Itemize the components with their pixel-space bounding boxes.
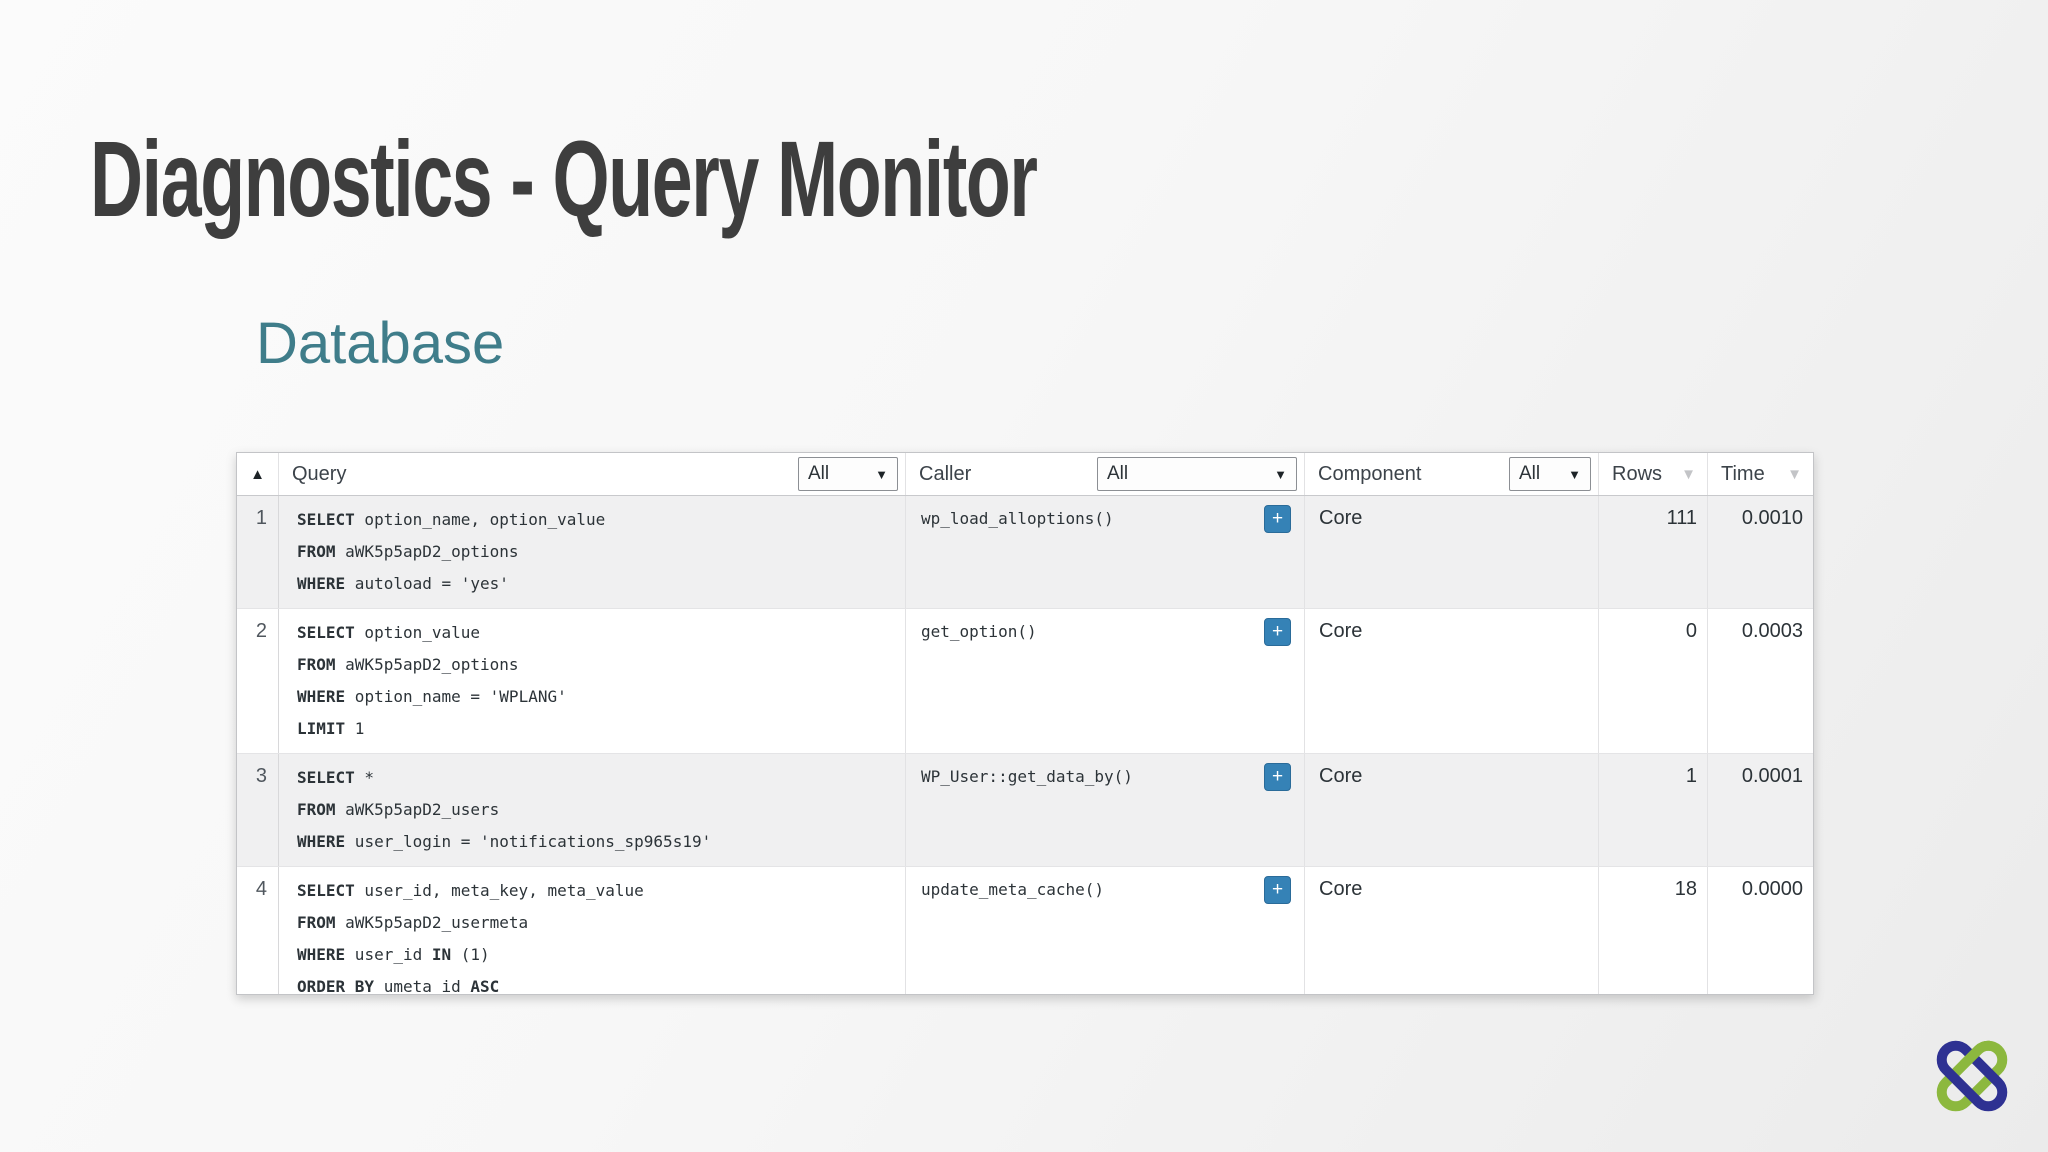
dropdown-arrow-icon: ▼: [1568, 466, 1581, 482]
caller-column-label: Caller: [919, 462, 972, 485]
section-subtitle: Database: [256, 311, 505, 376]
component-column-label: Component: [1318, 462, 1422, 485]
expand-caller-button[interactable]: +: [1264, 876, 1291, 904]
sql-line: FROM aWK5p5apD2_options: [297, 542, 519, 561]
sql-line: FROM aWK5p5apD2_users: [297, 800, 500, 819]
page-title: Diagnostics - Query Monitor: [90, 118, 1038, 239]
query-filter-select[interactable]: All ▼: [798, 457, 898, 491]
rows-count-cell: 111: [1599, 496, 1708, 608]
brand-logo: [1936, 1040, 2008, 1112]
sort-ascending-icon: ▲: [250, 465, 265, 483]
sql-line: SELECT user_id, meta_key, meta_value: [297, 881, 644, 900]
table-header-row: ▲ Query All ▼ Caller All ▼ Component All…: [237, 453, 1813, 496]
dropdown-arrow-icon: ▼: [1274, 466, 1287, 482]
expand-caller-button[interactable]: +: [1264, 763, 1291, 791]
sql-line: SELECT *: [297, 768, 375, 787]
table-row: 4 SELECT user_id, meta_key, meta_value F…: [237, 866, 1813, 995]
dropdown-arrow-icon: ▼: [875, 466, 888, 482]
sql-line: WHERE autoload = 'yes': [297, 574, 509, 593]
time-cell: 0.0003: [1741, 620, 1803, 642]
sql-query-cell: SELECT user_id, meta_key, meta_value FRO…: [279, 867, 906, 995]
expand-caller-button[interactable]: +: [1264, 505, 1291, 533]
sql-line: FROM aWK5p5apD2_options: [297, 655, 519, 674]
sql-line: WHERE user_login = 'notifications_sp965s…: [297, 832, 712, 851]
expand-caller-button[interactable]: +: [1264, 618, 1291, 646]
sql-line: WHERE user_id IN (1): [297, 945, 490, 964]
caller-filter-value: All: [1107, 463, 1129, 484]
sql-line: LIMIT 1: [297, 719, 365, 738]
query-monitor-table: ▲ Query All ▼ Caller All ▼ Component All…: [236, 452, 1814, 995]
column-header-query: Query All ▼: [279, 453, 906, 495]
column-header-sort[interactable]: ▲: [237, 453, 279, 495]
component-cell: Core: [1305, 496, 1599, 608]
caller-text: update_meta_cache(): [921, 880, 1105, 899]
table-row: 1 SELECT option_name, option_value FROM …: [237, 496, 1813, 608]
time-cell: 0.0010: [1741, 507, 1803, 529]
component-cell: Core: [1305, 609, 1599, 753]
time-cell: 0.0001: [1741, 765, 1803, 787]
row-number: 2: [237, 609, 279, 753]
caller-text: get_option(): [921, 622, 1037, 641]
presentation-slide: Diagnostics - Query Monitor Database ▲ Q…: [0, 0, 2048, 1152]
caller-text: WP_User::get_data_by(): [921, 767, 1133, 786]
component-cell: Core: [1305, 754, 1599, 866]
row-number: 4: [237, 867, 279, 994]
rows-count-cell: 0: [1599, 609, 1708, 753]
column-header-caller: Caller All ▼: [906, 453, 1305, 495]
query-column-label: Query: [292, 462, 347, 485]
rows-count-cell: 18: [1599, 867, 1708, 994]
column-header-rows[interactable]: Rows ▼: [1599, 453, 1708, 495]
sort-descending-icon: ▼: [1681, 465, 1696, 483]
column-header-time[interactable]: Time ▼: [1708, 453, 1813, 495]
column-header-component: Component All ▼: [1305, 453, 1599, 495]
sql-query-cell: SELECT option_name, option_value FROM aW…: [279, 496, 906, 608]
sql-line: ORDER BY umeta_id ASC: [297, 977, 500, 995]
caller-cell: WP_User::get_data_by() +: [906, 754, 1305, 866]
sql-line: FROM aWK5p5apD2_usermeta: [297, 913, 529, 932]
sql-query-cell: SELECT * FROM aWK5p5apD2_users WHERE use…: [279, 754, 906, 866]
row-number: 1: [237, 496, 279, 608]
time-cell: 0.0000: [1741, 878, 1803, 900]
sort-descending-icon: ▼: [1787, 465, 1802, 483]
time-column-label: Time: [1721, 462, 1765, 485]
query-filter-value: All: [808, 463, 830, 484]
component-filter-value: All: [1519, 463, 1541, 484]
component-cell: Core: [1305, 867, 1599, 994]
caller-cell: wp_load_alloptions() +: [906, 496, 1305, 608]
component-filter-select[interactable]: All ▼: [1509, 457, 1591, 491]
table-row: 3 SELECT * FROM aWK5p5apD2_users WHERE u…: [237, 753, 1813, 866]
caller-cell: update_meta_cache() +: [906, 867, 1305, 994]
rows-column-label: Rows: [1612, 462, 1663, 485]
caller-filter-select[interactable]: All ▼: [1097, 457, 1297, 491]
sql-line: SELECT option_value: [297, 623, 481, 642]
sql-query-cell: SELECT option_value FROM aWK5p5apD2_opti…: [279, 609, 906, 753]
caller-text: wp_load_alloptions(): [921, 509, 1114, 528]
caller-cell: get_option() +: [906, 609, 1305, 753]
sql-line: WHERE option_name = 'WPLANG': [297, 687, 567, 706]
rows-count-cell: 1: [1599, 754, 1708, 866]
table-row: 2 SELECT option_value FROM aWK5p5apD2_op…: [237, 608, 1813, 753]
row-number: 3: [237, 754, 279, 866]
sql-line: SELECT option_name, option_value: [297, 510, 606, 529]
chain-link-icon: [1936, 1040, 2008, 1112]
